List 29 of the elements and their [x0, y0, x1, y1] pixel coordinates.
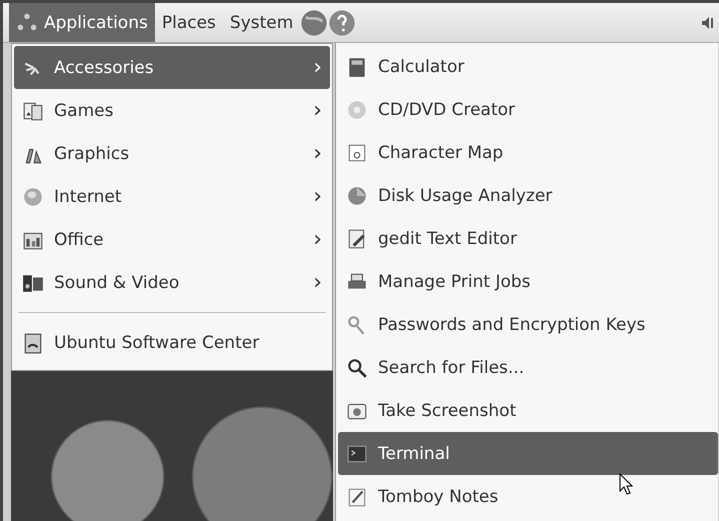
panel-menu[interactable]: System	[222, 3, 300, 42]
menu-item[interactable]: Search for Files...	[338, 346, 718, 389]
menu-item[interactable]: gedit Text Editor	[338, 217, 718, 260]
app-icon	[346, 184, 368, 206]
menu-item[interactable]: CD/DVD Creator	[338, 88, 718, 131]
menu-item[interactable]: Disk Usage Analyzer	[338, 174, 718, 217]
menu-item[interactable]: Office ›	[14, 218, 330, 261]
mouse-cursor-icon	[619, 473, 633, 495]
menu-item[interactable]: Terminal	[338, 432, 718, 475]
menu-item[interactable]: Internet ›	[14, 175, 330, 218]
globe-icon	[300, 8, 328, 36]
menu-item[interactable]: Character Map	[338, 131, 718, 174]
menu-item[interactable]: Ubuntu Software Center	[14, 321, 330, 364]
app-icon	[346, 356, 368, 378]
menu-item[interactable]: Sound & Video ›	[14, 261, 330, 304]
menu-item[interactable]: Take Screenshot	[338, 389, 718, 432]
menu-item[interactable]: Accessories ›	[14, 46, 330, 89]
menu-item[interactable]: Tomboy Notes	[338, 475, 718, 518]
panel-menu[interactable]: Places	[154, 3, 223, 42]
panel-menu[interactable]: Applications	[9, 3, 155, 42]
app-icon	[346, 98, 368, 120]
app-category-icon	[22, 186, 44, 208]
menu-item[interactable]: Passwords and Encryption Keys	[338, 303, 718, 346]
help-icon	[328, 8, 356, 36]
app-category-icon	[22, 332, 44, 354]
menu-item[interactable]: Games ›	[14, 89, 330, 132]
menu-item[interactable]: Calculator	[338, 45, 718, 88]
menu-item[interactable]: Graphics ›	[14, 132, 330, 175]
menu-item[interactable]: Manage Print Jobs	[338, 260, 718, 303]
